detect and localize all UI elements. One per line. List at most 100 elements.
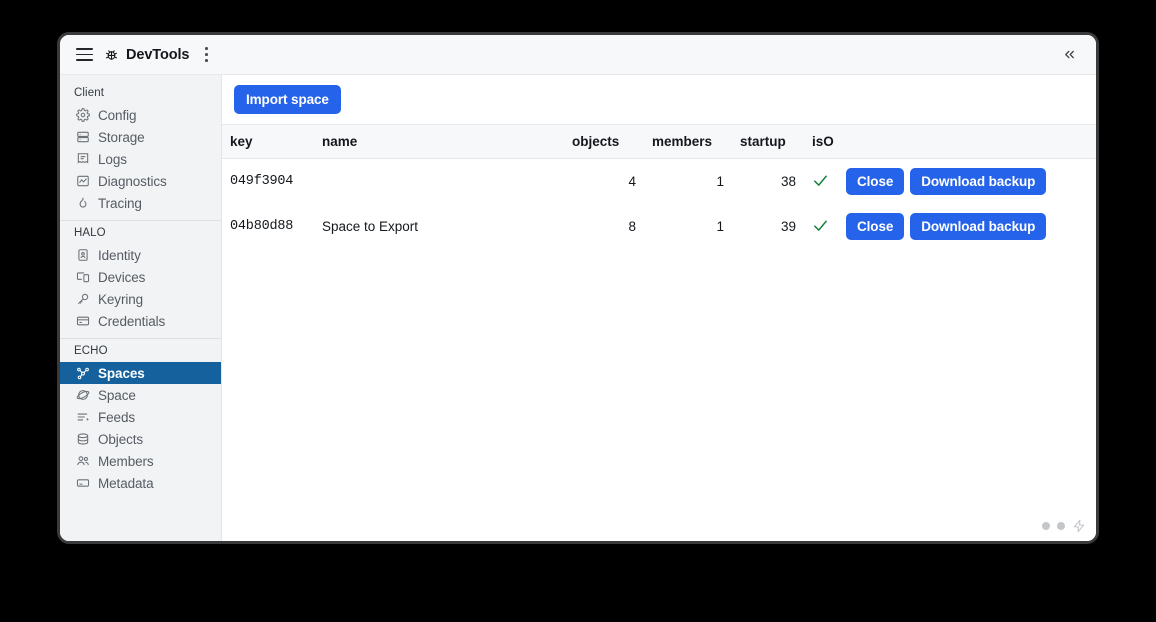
sidebar-item-storage[interactable]: Storage (60, 126, 221, 148)
line-chart-icon (75, 174, 90, 189)
cell-actions: Close Download backup (838, 204, 1096, 249)
status-dot-2 (1057, 522, 1065, 530)
cell-members: 1 (716, 174, 724, 189)
column-header-isopen[interactable]: isO (804, 124, 838, 159)
cell-isopen (804, 204, 838, 249)
table-row[interactable]: 049f3904 4 1 38 Close Download backup (222, 159, 1096, 205)
import-space-button[interactable]: Import space (234, 85, 341, 114)
cell-objects: 8 (628, 219, 636, 234)
download-backup-button[interactable]: Download backup (910, 168, 1047, 195)
row-actions: Close Download backup (846, 168, 1088, 195)
titlebar: DevTools (60, 35, 1096, 75)
cell-startup: 39 (780, 219, 796, 234)
credit-card-icon (75, 314, 90, 329)
sidebar-item-label: Feeds (98, 409, 136, 425)
sidebar-item-label: Diagnostics (98, 173, 167, 189)
hamburger-icon[interactable] (76, 48, 93, 61)
sidebar-item-spaces[interactable]: Spaces (60, 362, 221, 384)
collapse-panel-button[interactable] (1056, 42, 1082, 68)
status-bar (1042, 519, 1086, 533)
column-header-objects[interactable]: objects (564, 124, 644, 159)
flame-icon (75, 196, 90, 211)
sidebar-item-label: Config (98, 107, 137, 123)
sidebar-item-label: Tracing (98, 195, 142, 211)
check-icon (812, 172, 829, 192)
graph-network-icon (75, 366, 90, 381)
sidebar-item-label: Members (98, 453, 154, 469)
sidebar-section-echo: ECHO Spaces Space Feeds Objects Members … (60, 339, 221, 494)
cell-name (314, 159, 564, 205)
cell-key: 049f3904 (230, 174, 294, 189)
cell-objects: 4 (628, 174, 636, 189)
sidebar-item-logs[interactable]: Logs (60, 148, 221, 170)
lightning-bolt-icon[interactable] (1072, 519, 1086, 533)
check-icon (812, 217, 829, 237)
status-dot-1 (1042, 522, 1050, 530)
planet-icon (75, 388, 90, 403)
table-row[interactable]: 04b80d88 Space to Export 8 1 39 Close Do… (222, 204, 1096, 249)
users-icon (75, 454, 90, 469)
receipt-icon (75, 152, 90, 167)
metadata-card-icon (75, 476, 90, 491)
body: Client Config Storage Logs Diagnostics T… (60, 75, 1096, 541)
app-title: DevTools (126, 46, 190, 63)
sidebar-item-config[interactable]: Config (60, 104, 221, 126)
sidebar-item-identity[interactable]: Identity (60, 244, 221, 266)
sidebar-item-label: Spaces (98, 365, 145, 381)
gear-icon (75, 108, 90, 123)
cell-key: 04b80d88 (230, 219, 294, 234)
close-space-button[interactable]: Close (846, 168, 905, 195)
column-header-name[interactable]: name (314, 124, 564, 159)
cell-name: Space to Export (322, 219, 419, 234)
close-space-button[interactable]: Close (846, 213, 905, 240)
app-window: DevTools Client Config Storage Logs Diag… (57, 32, 1099, 544)
sidebar-item-objects[interactable]: Objects (60, 428, 221, 450)
column-header-key[interactable]: key (222, 124, 314, 159)
sidebar-item-label: Metadata (98, 475, 154, 491)
cell-members: 1 (716, 219, 724, 234)
column-header-startup[interactable]: startup (732, 124, 804, 159)
titlebar-right (1056, 42, 1082, 68)
sidebar-item-credentials[interactable]: Credentials (60, 310, 221, 332)
row-actions: Close Download backup (846, 213, 1088, 240)
sidebar-item-diagnostics[interactable]: Diagnostics (60, 170, 221, 192)
sidebar-item-label: Objects (98, 431, 144, 447)
cell-isopen (804, 159, 838, 205)
sidebar: Client Config Storage Logs Diagnostics T… (60, 75, 222, 541)
table-header: key name objects members startup isO (222, 124, 1096, 159)
sidebar-item-space[interactable]: Space (60, 384, 221, 406)
feed-list-icon (75, 410, 90, 425)
sidebar-item-metadata[interactable]: Metadata (60, 472, 221, 494)
sidebar-item-label: Credentials (98, 313, 166, 329)
kebab-menu-icon[interactable] (204, 47, 208, 62)
window-content: DevTools Client Config Storage Logs Diag… (60, 35, 1096, 541)
devices-icon (75, 270, 90, 285)
key-icon (75, 292, 90, 307)
sidebar-section-label: HALO (74, 227, 106, 239)
bug-icon (104, 47, 119, 62)
column-header-actions (838, 124, 1096, 159)
sidebar-section-label: ECHO (74, 345, 108, 357)
brand: DevTools (104, 47, 189, 63)
column-header-members[interactable]: members (644, 124, 732, 159)
sidebar-section-halo: HALO Identity Devices Keyring Credential… (60, 221, 221, 332)
sidebar-section-client: Client Config Storage Logs Diagnostics T… (60, 81, 221, 214)
database-stack-icon (75, 130, 90, 145)
sidebar-item-members[interactable]: Members (60, 450, 221, 472)
sidebar-section-label: Client (74, 87, 105, 99)
sidebar-item-keyring[interactable]: Keyring (60, 288, 221, 310)
table-header-row: key name objects members startup isO (222, 124, 1096, 159)
sidebar-item-feeds[interactable]: Feeds (60, 406, 221, 428)
main-panel: Import space key name objects members st… (222, 75, 1096, 541)
titlebar-left: DevTools (76, 47, 208, 63)
download-backup-button[interactable]: Download backup (910, 213, 1047, 240)
main-toolbar: Import space (222, 75, 1096, 124)
cell-actions: Close Download backup (838, 159, 1096, 205)
sidebar-item-label: Devices (98, 269, 146, 285)
database-icon (75, 432, 90, 447)
cell-startup: 38 (780, 174, 796, 189)
sidebar-item-label: Keyring (98, 291, 144, 307)
sidebar-item-tracing[interactable]: Tracing (60, 192, 221, 214)
identity-card-icon (75, 248, 90, 263)
sidebar-item-devices[interactable]: Devices (60, 266, 221, 288)
